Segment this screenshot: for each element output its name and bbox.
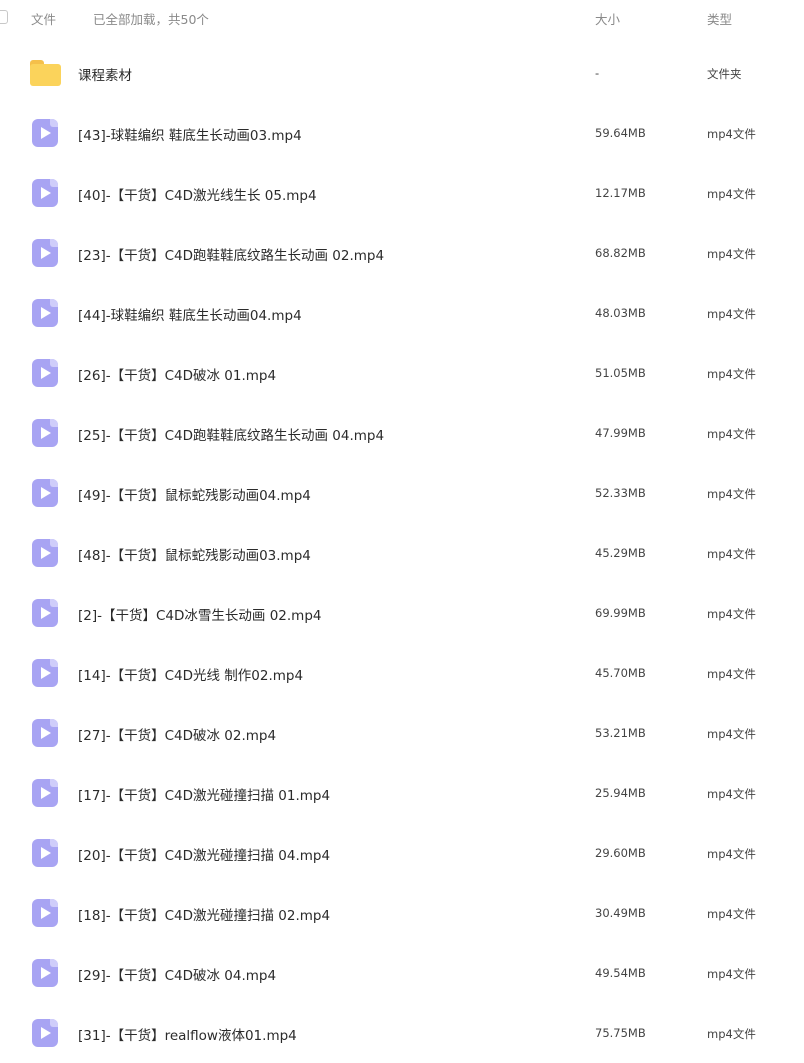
file-type: mp4文件 — [707, 487, 756, 501]
file-row[interactable]: [29]-【干货】C4D破冰 04.mp4 49.54MB mp4文件 — [0, 943, 804, 1003]
file-row[interactable]: [27]-【干货】C4D破冰 02.mp4 53.21MB mp4文件 — [0, 703, 804, 763]
video-file-icon — [30, 778, 60, 808]
file-name[interactable]: [14]-【干货】C4D光线 制作02.mp4 — [78, 664, 303, 684]
file-type: mp4文件 — [707, 187, 756, 201]
file-name[interactable]: [23]-【干货】C4D跑鞋鞋底纹路生长动画 02.mp4 — [78, 244, 384, 264]
file-name[interactable]: [25]-【干货】C4D跑鞋鞋底纹路生长动画 04.mp4 — [78, 424, 384, 444]
video-file-icon — [30, 718, 60, 748]
file-row[interactable]: [2]-【干货】C4D冰雪生长动画 02.mp4 69.99MB mp4文件 — [0, 583, 804, 643]
file-list-header: 文件 已全部加载，共50个 大小 类型 — [0, 0, 804, 36]
video-file-icon — [30, 658, 60, 688]
file-name[interactable]: [26]-【干货】C4D破冰 01.mp4 — [78, 364, 276, 384]
video-file-icon — [30, 418, 60, 448]
file-row[interactable]: [23]-【干货】C4D跑鞋鞋底纹路生长动画 02.mp4 68.82MB mp… — [0, 223, 804, 283]
file-row[interactable]: [48]-【干货】鼠标蛇残影动画03.mp4 45.29MB mp4文件 — [0, 523, 804, 583]
file-type: mp4文件 — [707, 127, 756, 141]
file-row[interactable]: [17]-【干货】C4D激光碰撞扫描 01.mp4 25.94MB mp4文件 — [0, 763, 804, 823]
file-type: mp4文件 — [707, 307, 756, 321]
file-size: 51.05MB — [595, 366, 646, 380]
file-size: 75.75MB — [595, 1026, 646, 1040]
file-name[interactable]: [43]-球鞋编织 鞋底生长动画03.mp4 — [78, 124, 302, 144]
file-type: mp4文件 — [707, 847, 756, 861]
file-row[interactable]: [18]-【干货】C4D激光碰撞扫描 02.mp4 30.49MB mp4文件 — [0, 883, 804, 943]
file-list: 课程素材 - 文件夹 [43]-球鞋编织 鞋底生长动画03.mp4 59.64M… — [0, 43, 804, 1063]
file-row[interactable]: [25]-【干货】C4D跑鞋鞋底纹路生长动画 04.mp4 47.99MB mp… — [0, 403, 804, 463]
file-size: 48.03MB — [595, 306, 646, 320]
video-file-icon — [30, 238, 60, 268]
folder-icon — [30, 58, 61, 88]
file-type: mp4文件 — [707, 967, 756, 981]
file-size: 30.49MB — [595, 906, 646, 920]
file-name[interactable]: [44]-球鞋编织 鞋底生长动画04.mp4 — [78, 304, 302, 324]
file-name[interactable]: [48]-【干货】鼠标蛇残影动画03.mp4 — [78, 544, 311, 564]
file-size: 45.70MB — [595, 666, 646, 680]
file-row[interactable]: [14]-【干货】C4D光线 制作02.mp4 45.70MB mp4文件 — [0, 643, 804, 703]
file-type: mp4文件 — [707, 907, 756, 921]
file-name[interactable]: [27]-【干货】C4D破冰 02.mp4 — [78, 724, 276, 744]
file-row[interactable]: [20]-【干货】C4D激光碰撞扫描 04.mp4 29.60MB mp4文件 — [0, 823, 804, 883]
column-header-size[interactable]: 大小 — [595, 9, 620, 28]
video-file-icon — [30, 898, 60, 928]
file-type: mp4文件 — [707, 667, 756, 681]
file-row-folder[interactable]: 课程素材 - 文件夹 — [0, 43, 804, 103]
file-name[interactable]: [49]-【干货】鼠标蛇残影动画04.mp4 — [78, 484, 311, 504]
video-file-icon — [30, 1018, 60, 1048]
file-type: 文件夹 — [707, 67, 742, 81]
file-size: 68.82MB — [595, 246, 646, 260]
file-row[interactable]: [43]-球鞋编织 鞋底生长动画03.mp4 59.64MB mp4文件 — [0, 103, 804, 163]
file-type: mp4文件 — [707, 727, 756, 741]
file-size: 25.94MB — [595, 786, 646, 800]
file-name[interactable]: [18]-【干货】C4D激光碰撞扫描 02.mp4 — [78, 904, 330, 924]
file-row[interactable]: [40]-【干货】C4D激光线生长 05.mp4 12.17MB mp4文件 — [0, 163, 804, 223]
file-type: mp4文件 — [707, 607, 756, 621]
column-header-type[interactable]: 类型 — [707, 9, 732, 28]
video-file-icon — [30, 178, 60, 208]
file-name[interactable]: 课程素材 — [78, 64, 132, 84]
file-name[interactable]: [29]-【干货】C4D破冰 04.mp4 — [78, 964, 276, 984]
video-file-icon — [30, 478, 60, 508]
file-name[interactable]: [31]-【干货】realflow液体01.mp4 — [78, 1024, 297, 1044]
select-all-checkbox[interactable] — [0, 10, 8, 24]
file-name[interactable]: [40]-【干货】C4D激光线生长 05.mp4 — [78, 184, 317, 204]
file-size: 29.60MB — [595, 846, 646, 860]
file-size: 52.33MB — [595, 486, 646, 500]
file-name[interactable]: [17]-【干货】C4D激光碰撞扫描 01.mp4 — [78, 784, 330, 804]
file-size: 45.29MB — [595, 546, 646, 560]
video-file-icon — [30, 538, 60, 568]
file-size: 59.64MB — [595, 126, 646, 140]
file-size: 47.99MB — [595, 426, 646, 440]
file-type: mp4文件 — [707, 787, 756, 801]
file-name[interactable]: [20]-【干货】C4D激光碰撞扫描 04.mp4 — [78, 844, 330, 864]
file-row[interactable]: [26]-【干货】C4D破冰 01.mp4 51.05MB mp4文件 — [0, 343, 804, 403]
file-row[interactable]: [49]-【干货】鼠标蛇残影动画04.mp4 52.33MB mp4文件 — [0, 463, 804, 523]
file-type: mp4文件 — [707, 547, 756, 561]
file-row[interactable]: [31]-【干货】realflow液体01.mp4 75.75MB mp4文件 — [0, 1003, 804, 1063]
video-file-icon — [30, 118, 60, 148]
file-size: - — [595, 66, 600, 80]
file-size: 12.17MB — [595, 186, 646, 200]
video-file-icon — [30, 958, 60, 988]
file-type: mp4文件 — [707, 427, 756, 441]
video-file-icon — [30, 358, 60, 388]
video-file-icon — [30, 598, 60, 628]
load-status-text: 已全部加载，共50个 — [93, 12, 209, 27]
file-row[interactable]: [44]-球鞋编织 鞋底生长动画04.mp4 48.03MB mp4文件 — [0, 283, 804, 343]
file-type: mp4文件 — [707, 1027, 756, 1041]
file-size: 69.99MB — [595, 606, 646, 620]
file-type: mp4文件 — [707, 367, 756, 381]
video-file-icon — [30, 838, 60, 868]
file-name[interactable]: [2]-【干货】C4D冰雪生长动画 02.mp4 — [78, 604, 321, 624]
video-file-icon — [30, 298, 60, 328]
file-size: 53.21MB — [595, 726, 646, 740]
file-type: mp4文件 — [707, 247, 756, 261]
column-header-file[interactable]: 文件 — [31, 9, 56, 28]
file-size: 49.54MB — [595, 966, 646, 980]
